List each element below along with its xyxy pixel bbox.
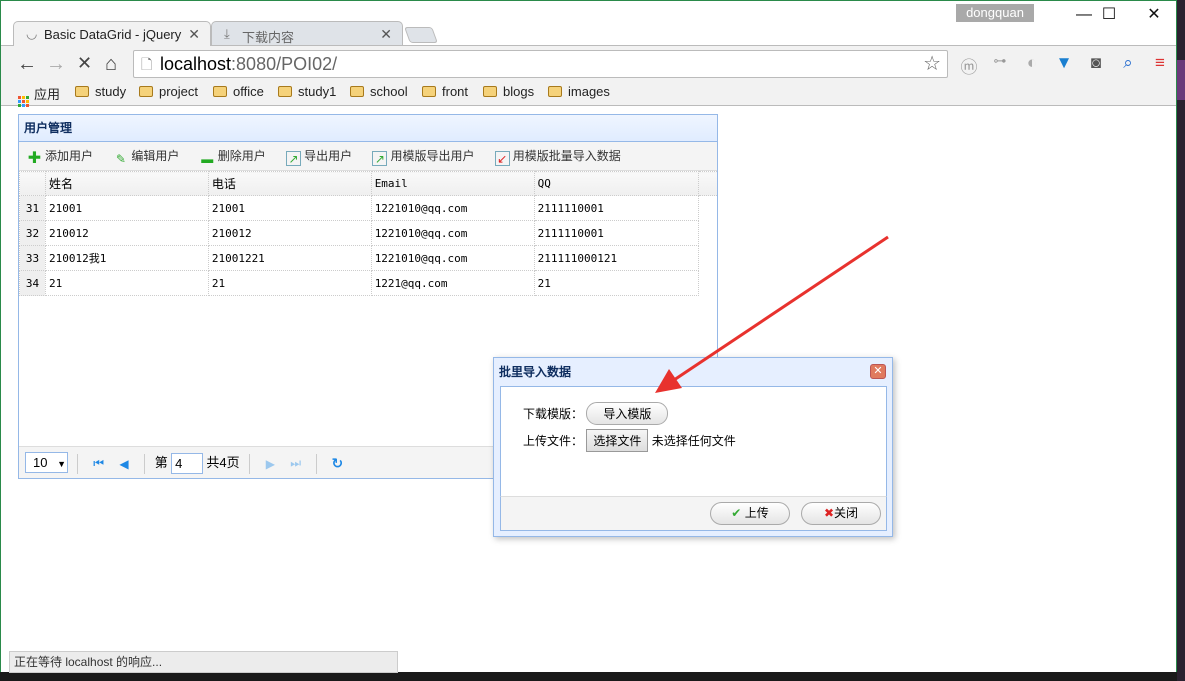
arrow-shaft <box>670 235 889 384</box>
close-tab-icon[interactable]: ✕ <box>188 26 200 43</box>
loading-spinner-icon: ◡ <box>26 26 38 41</box>
browser-window: dongquan — ☐ ✕ ◡ Basic DataGrid - jQuery ✕… <box>0 0 1177 673</box>
status-bubble: 正在等待 localhost 的响应... <box>9 651 398 673</box>
arrow-head <box>655 369 682 393</box>
annotation-arrow <box>655 235 889 393</box>
tab-datagrid[interactable]: ◡ Basic DataGrid - jQuery ✕ <box>13 21 211 46</box>
tab-label: Basic DataGrid - jQuery <box>44 27 182 42</box>
background-window-edge <box>1177 0 1185 681</box>
